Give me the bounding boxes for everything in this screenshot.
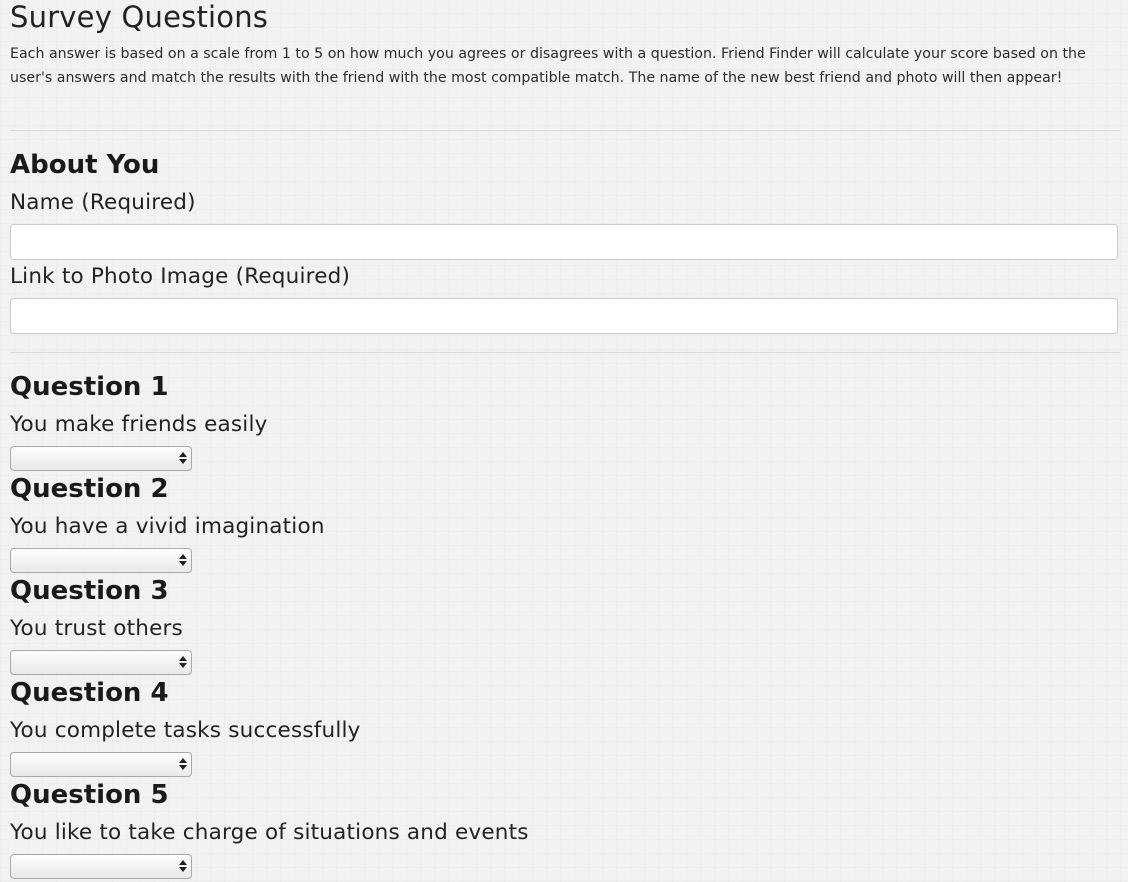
photo-link-label: Link to Photo Image (Required) xyxy=(10,264,351,289)
question-2-text: You have a vivid imagination xyxy=(10,514,325,539)
name-label: Name (Required) xyxy=(10,190,196,215)
question-3-heading: Question 3 xyxy=(10,576,169,606)
up-down-arrows-icon xyxy=(179,858,187,875)
page-title: Survey Questions xyxy=(10,0,269,34)
divider xyxy=(10,130,1120,131)
question-2-heading: Question 2 xyxy=(10,474,169,504)
intro-text: Each answer is based on a scale from 1 t… xyxy=(10,46,1086,86)
divider xyxy=(10,352,1120,353)
question-5-text: You like to take charge of situations an… xyxy=(10,820,529,845)
question-3-select[interactable] xyxy=(10,650,192,675)
up-down-arrows-icon xyxy=(179,654,187,671)
question-5-heading: Question 5 xyxy=(10,780,169,810)
question-1-text: You make friends easily xyxy=(10,412,268,437)
photo-link-input[interactable] xyxy=(10,298,1118,334)
up-down-arrows-icon xyxy=(179,756,187,773)
question-5-select[interactable] xyxy=(10,854,192,879)
name-input[interactable] xyxy=(10,224,1118,260)
up-down-arrows-icon xyxy=(179,450,187,467)
up-down-arrows-icon xyxy=(179,552,187,569)
question-4-text: You complete tasks successfully xyxy=(10,718,361,743)
question-4-select[interactable] xyxy=(10,752,192,777)
question-4-heading: Question 4 xyxy=(10,678,169,708)
about-you-heading: About You xyxy=(10,150,160,180)
question-1-heading: Question 1 xyxy=(10,372,169,402)
question-2-select[interactable] xyxy=(10,548,192,573)
question-1-select[interactable] xyxy=(10,446,192,471)
question-3-text: You trust others xyxy=(10,616,183,641)
